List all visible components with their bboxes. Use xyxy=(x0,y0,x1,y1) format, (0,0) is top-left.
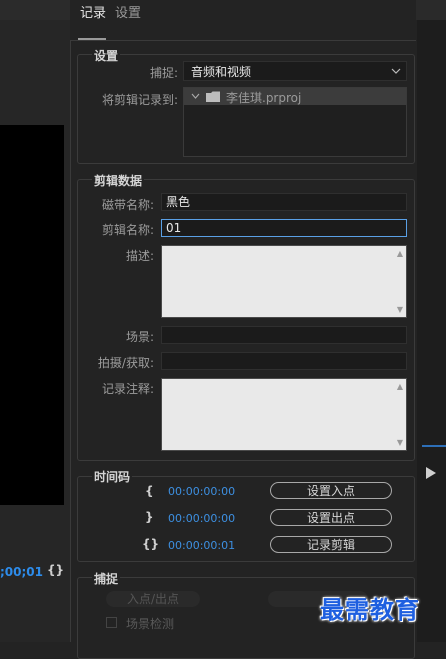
project-item-label: 李佳琪.prproj xyxy=(226,91,302,105)
source-monitor-header xyxy=(0,0,70,20)
capture-title: 捕捉 xyxy=(92,570,121,587)
playhead-line xyxy=(422,445,446,447)
settings-title: 设置 xyxy=(92,47,121,64)
play-icon[interactable] xyxy=(426,467,436,479)
chevron-down-icon[interactable] xyxy=(191,93,200,99)
in-point-icon: { xyxy=(145,484,154,498)
description-textarea[interactable]: ▲ ▼ xyxy=(161,245,407,318)
shot-label: 拍摄/获取: xyxy=(97,356,154,370)
tab-record[interactable]: 记录 xyxy=(80,2,106,21)
out-point-icon: } xyxy=(145,510,154,524)
log-clip-button[interactable]: 记录剪辑 xyxy=(270,536,392,553)
description-label: 描述: xyxy=(125,249,154,263)
log-to-label: 将剪辑记录到: xyxy=(101,93,178,107)
capture-select-value: 音频和视频 xyxy=(191,65,252,79)
shot-field[interactable] xyxy=(161,352,407,370)
project-tree[interactable]: 李佳琪.prproj xyxy=(183,87,407,157)
tab-settings[interactable]: 设置 xyxy=(115,2,141,21)
watermark-logo: 最需教育 xyxy=(320,596,420,624)
folder-icon xyxy=(206,91,220,102)
scene-detect-label: 场景检测 xyxy=(126,617,175,631)
log-note-label: 记录注释: xyxy=(101,382,154,396)
scroll-down-icon[interactable]: ▼ xyxy=(397,438,403,447)
set-out-button[interactable]: 设置出点 xyxy=(270,509,392,526)
chevron-down-icon xyxy=(391,68,401,74)
capture-select[interactable]: 音频和视频 xyxy=(183,61,407,81)
scene-detect-checkbox[interactable] xyxy=(106,617,117,628)
timecode-title: 时间码 xyxy=(92,468,133,485)
in-out-button[interactable]: 入点/出点 xyxy=(106,591,200,607)
tape-name-label: 磁带名称: xyxy=(101,198,154,212)
scroll-up-icon[interactable]: ▲ xyxy=(397,249,403,258)
active-tab-indicator xyxy=(78,38,106,40)
duration-timecode[interactable]: 00:00:00:01 xyxy=(168,539,235,552)
capture-label: 捕捉: xyxy=(149,66,178,80)
video-preview xyxy=(0,125,64,505)
set-in-button[interactable]: 设置入点 xyxy=(270,482,392,499)
project-tree-item[interactable]: 李佳琪.prproj xyxy=(184,88,406,105)
scene-label: 场景: xyxy=(125,330,154,344)
duration-icon: {} xyxy=(142,537,160,551)
out-timecode[interactable]: 00:00:00:00 xyxy=(168,512,235,525)
log-note-textarea[interactable]: ▲ ▼ xyxy=(161,378,407,451)
monitor-brace-icon: {} xyxy=(47,563,65,577)
clip-name-label: 剪辑名称: xyxy=(101,223,154,237)
tape-name-field[interactable]: 黑色 xyxy=(161,193,407,211)
right-panel-edge xyxy=(416,0,446,642)
right-panel-header xyxy=(416,0,446,20)
scene-field[interactable] xyxy=(161,326,407,344)
in-timecode[interactable]: 00:00:00:00 xyxy=(168,485,235,498)
monitor-timecode[interactable]: ;00;01 xyxy=(0,565,43,579)
clip-data-title: 剪辑数据 xyxy=(92,172,145,189)
clip-name-field[interactable]: 01 xyxy=(161,219,407,237)
scroll-up-icon[interactable]: ▲ xyxy=(397,382,403,391)
scroll-down-icon[interactable]: ▼ xyxy=(397,305,403,314)
tab-bar xyxy=(70,20,416,41)
